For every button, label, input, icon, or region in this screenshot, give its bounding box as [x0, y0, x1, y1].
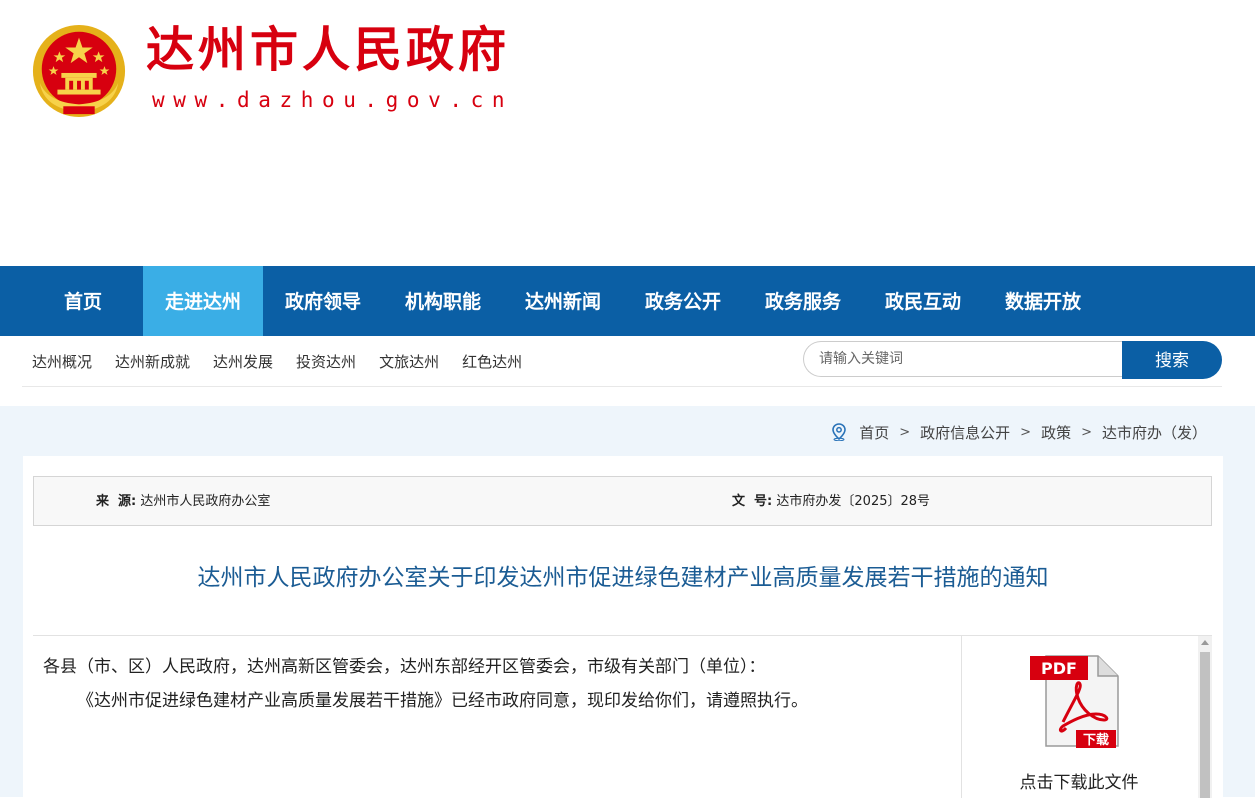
sub-nav-development[interactable]: 达州发展	[213, 336, 273, 388]
site-title: 达州市人民政府	[146, 22, 511, 78]
document-addressee: 各县（市、区）人民政府，达州高新区管委会，达州东部经开区管委会，市级有关部门（单…	[43, 657, 766, 677]
main-nav-interaction[interactable]: 政民互动	[863, 266, 983, 336]
sub-nav-achievements[interactable]: 达州新成就	[115, 336, 190, 388]
location-pin-icon	[832, 423, 847, 441]
pdf-download-icon[interactable]: PDF 下载	[1028, 650, 1124, 750]
docno-label: 文 号:	[732, 494, 773, 509]
download-file-link[interactable]: 点击下载此文件	[962, 768, 1196, 793]
main-nav-gov-affairs-open[interactable]: 政务公开	[623, 266, 743, 336]
main-nav-open-data[interactable]: 数据开放	[983, 266, 1103, 336]
source-value: 达州市人民政府办公室	[140, 494, 271, 509]
main-nav: 首页 走进达州 政府领导 机构职能 达州新闻 政务公开 政务服务 政民互动 数据…	[0, 266, 1255, 336]
breadcrumb-home[interactable]: 首页	[859, 422, 889, 443]
scrollbar-thumb[interactable]	[1200, 652, 1210, 798]
main-nav-organizations[interactable]: 机构职能	[383, 266, 503, 336]
document-title: 达州市人民政府办公室关于印发达州市促进绿色建材产业高质量发展若干措施的通知	[197, 565, 1049, 591]
breadcrumb: 首页 > 政府信息公开 > 政策 > 达市府办（发）	[831, 421, 1207, 443]
site-header: 达州市人民政府 www.dazhou.gov.cn	[0, 0, 1255, 266]
search-input[interactable]	[803, 341, 1123, 377]
sub-nav-divider	[22, 386, 1222, 387]
download-badge: 下载	[1083, 732, 1109, 748]
sub-nav-investment[interactable]: 投资达州	[296, 336, 356, 388]
search-bar: 搜索	[803, 341, 1222, 379]
national-emblem-icon	[32, 24, 126, 118]
scroll-up-arrow-icon[interactable]	[1201, 640, 1209, 645]
sub-nav-culture-tourism[interactable]: 文旅达州	[379, 336, 439, 388]
sub-nav-overview[interactable]: 达州概况	[32, 336, 92, 388]
main-nav-government-leaders[interactable]: 政府领导	[263, 266, 383, 336]
breadcrumb-separator: >	[899, 424, 911, 440]
document-meta: 来 源: 达州市人民政府办公室 文 号: 达市府办发〔2025〕28号	[33, 476, 1212, 526]
document-paragraph: 《达州市促进绿色建材产业高质量发展若干措施》已经市政府同意，现印发给你们，请遵照…	[77, 691, 808, 711]
breadcrumb-separator: >	[1020, 424, 1032, 440]
sub-nav-red-culture[interactable]: 红色达州	[462, 336, 522, 388]
source-label: 来 源:	[96, 494, 137, 509]
breadcrumb-separator: >	[1081, 424, 1092, 440]
breadcrumb-policy[interactable]: 政策	[1041, 422, 1071, 443]
search-button[interactable]: 搜索	[1122, 341, 1222, 379]
main-nav-gov-services[interactable]: 政务服务	[743, 266, 863, 336]
main-nav-news[interactable]: 达州新闻	[503, 266, 623, 336]
breadcrumb-current[interactable]: 达市府办（发）	[1102, 422, 1207, 443]
breadcrumb-gov-info[interactable]: 政府信息公开	[920, 422, 1010, 443]
docno-value: 达市府办发〔2025〕28号	[776, 494, 931, 509]
pdf-label: PDF	[1041, 659, 1077, 678]
site-url: www.dazhou.gov.cn	[152, 88, 514, 112]
scrollbar[interactable]	[1198, 636, 1212, 798]
document-body: 各县（市、区）人民政府，达州高新区管委会，达州东部经开区管委会，市级有关部门（单…	[33, 635, 1212, 798]
main-nav-about-dazhou[interactable]: 走进达州	[143, 266, 263, 336]
download-sidebar: PDF 下载 点击下载此文件	[961, 636, 1196, 798]
main-nav-home[interactable]: 首页	[23, 266, 143, 336]
document-text: 各县（市、区）人民政府，达州高新区管委会，达州东部经开区管委会，市级有关部门（单…	[43, 650, 943, 718]
